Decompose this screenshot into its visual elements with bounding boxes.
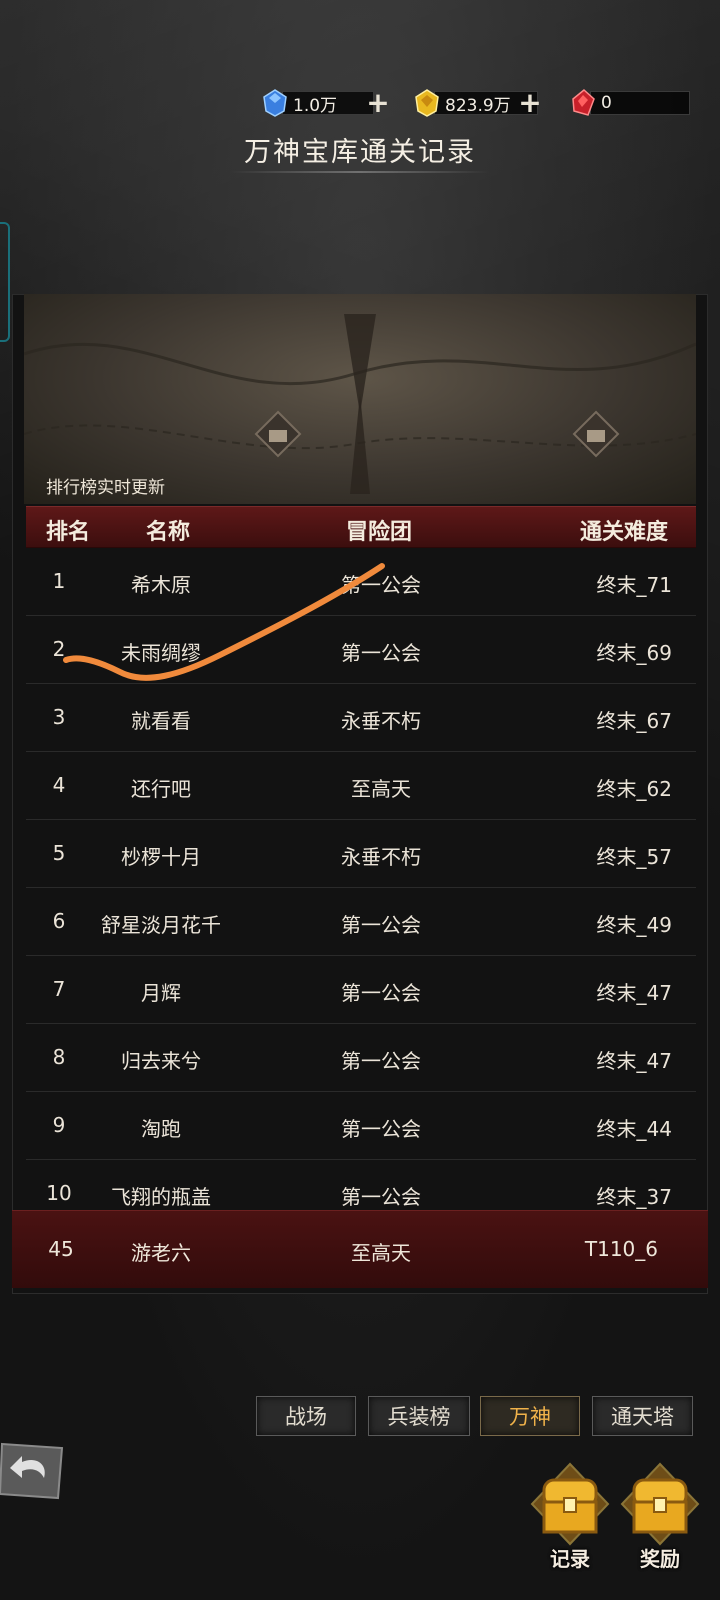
row-guild: 第一公会 [341, 913, 421, 937]
row-name: 月辉 [141, 981, 181, 1005]
currency-red: 0 [570, 88, 690, 118]
row-name: 飞翔的瓶盖 [111, 1185, 211, 1209]
row-difficulty: 终末_44 [596, 1117, 672, 1141]
row-guild: 第一公会 [341, 981, 421, 1005]
record-label: 记录 [550, 1547, 590, 1571]
page-title: 万神宝库通关记录 [244, 137, 476, 168]
treasure-chest-icon [530, 1462, 610, 1546]
realtime-update-note: 排行榜实时更新 [46, 478, 165, 498]
row-difficulty: 终末_62 [596, 777, 672, 801]
my-rank-row[interactable]: 45 游老六 至高天 T110_6 [12, 1210, 708, 1288]
row-rank: 7 [52, 977, 66, 1001]
row-rank: 2 [52, 637, 66, 661]
tab-equipment-ranking[interactable]: 兵装榜 [368, 1396, 470, 1436]
row-name: 杪椤十月 [121, 845, 201, 869]
row-guild: 第一公会 [341, 1185, 421, 1209]
leaderboard-rows: 1 希木原 第一公会 终末_71 2 未雨绸缪 第一公会 终末_69 3 就看看… [26, 548, 696, 1228]
row-name: 未雨绸缪 [121, 641, 201, 665]
table-row[interactable]: 5 杪椤十月 永垂不朽 终末_57 [26, 820, 696, 888]
reward-label: 奖励 [640, 1547, 680, 1571]
gold-coin-icon [415, 89, 439, 117]
header-name: 名称 [146, 520, 191, 545]
table-row[interactable]: 6 舒星淡月花千 第一公会 终末_49 [26, 888, 696, 956]
header-rank: 排名 [46, 520, 91, 545]
header-difficulty: 通关难度 [580, 520, 669, 545]
row-name: 归去来兮 [121, 1049, 201, 1073]
red-crystal-amount: 0 [590, 91, 690, 115]
row-guild: 第一公会 [341, 1049, 421, 1073]
add-gem-button[interactable]: + [366, 89, 390, 117]
header-guild: 冒险团 [346, 520, 413, 545]
row-rank: 5 [52, 841, 66, 865]
table-row[interactable]: 1 希木原 第一公会 终末_71 [26, 548, 696, 616]
row-name: 淘跑 [141, 1117, 181, 1141]
row-rank: 3 [52, 705, 66, 729]
row-guild: 第一公会 [341, 1117, 421, 1141]
table-row[interactable]: 4 还行吧 至高天 终末_62 [26, 752, 696, 820]
back-arrow-icon[interactable] [0, 1438, 64, 1502]
row-difficulty: 终末_69 [596, 641, 672, 665]
castle-node-icon [254, 410, 302, 458]
row-difficulty: 终末_71 [596, 573, 672, 597]
title-divider [230, 171, 490, 173]
tab-tower[interactable]: 通天塔 [592, 1396, 693, 1436]
tab-wanshen[interactable]: 万神 [480, 1396, 580, 1436]
red-crystal-icon [572, 89, 595, 116]
row-name: 舒星淡月花千 [101, 913, 221, 937]
table-row[interactable]: 2 未雨绸缪 第一公会 终末_69 [26, 616, 696, 684]
row-rank: 6 [52, 909, 66, 933]
my-name: 游老六 [131, 1241, 191, 1265]
currency-gem: 1.0万 [262, 88, 374, 118]
row-difficulty: 终末_49 [596, 913, 672, 937]
row-difficulty: 终末_47 [596, 1049, 672, 1073]
row-guild: 第一公会 [341, 641, 421, 665]
row-difficulty: 终末_67 [596, 709, 672, 733]
table-row[interactable]: 3 就看看 永垂不朽 终末_67 [26, 684, 696, 752]
row-rank: 4 [52, 773, 66, 797]
blue-gem-icon [263, 89, 287, 117]
add-gold-button[interactable]: + [518, 89, 542, 117]
my-rank: 45 [48, 1237, 74, 1261]
row-name: 就看看 [131, 709, 191, 733]
row-name: 希木原 [131, 573, 191, 597]
row-rank: 9 [52, 1113, 66, 1137]
row-rank: 8 [52, 1045, 66, 1069]
reward-button[interactable]: 奖励 [620, 1462, 700, 1572]
row-guild: 永垂不朽 [341, 709, 421, 733]
table-header: 排名 名称 冒险团 通关难度 [26, 506, 696, 548]
row-name: 还行吧 [131, 777, 191, 801]
row-guild: 永垂不朽 [341, 845, 421, 869]
row-difficulty: 终末_47 [596, 981, 672, 1005]
row-guild: 第一公会 [341, 573, 421, 597]
row-difficulty: 终末_37 [596, 1185, 672, 1209]
table-row[interactable]: 8 归去来兮 第一公会 终末_47 [26, 1024, 696, 1092]
castle-node-icon [572, 410, 620, 458]
treasure-chest-icon [620, 1462, 700, 1546]
tab-battlefield[interactable]: 战场 [256, 1396, 356, 1436]
row-rank: 10 [46, 1181, 72, 1205]
row-rank: 1 [52, 569, 66, 593]
row-difficulty: 终末_57 [596, 845, 672, 869]
my-difficulty: T110_6 [584, 1237, 658, 1261]
table-row[interactable]: 7 月辉 第一公会 终末_47 [26, 956, 696, 1024]
side-drawer-handle[interactable] [0, 222, 10, 342]
table-row[interactable]: 9 淘跑 第一公会 终末_44 [26, 1092, 696, 1160]
gem-amount: 1.0万 [282, 91, 374, 116]
record-button[interactable]: 记录 [530, 1462, 610, 1572]
my-guild: 至高天 [351, 1241, 411, 1265]
row-guild: 至高天 [351, 777, 411, 801]
